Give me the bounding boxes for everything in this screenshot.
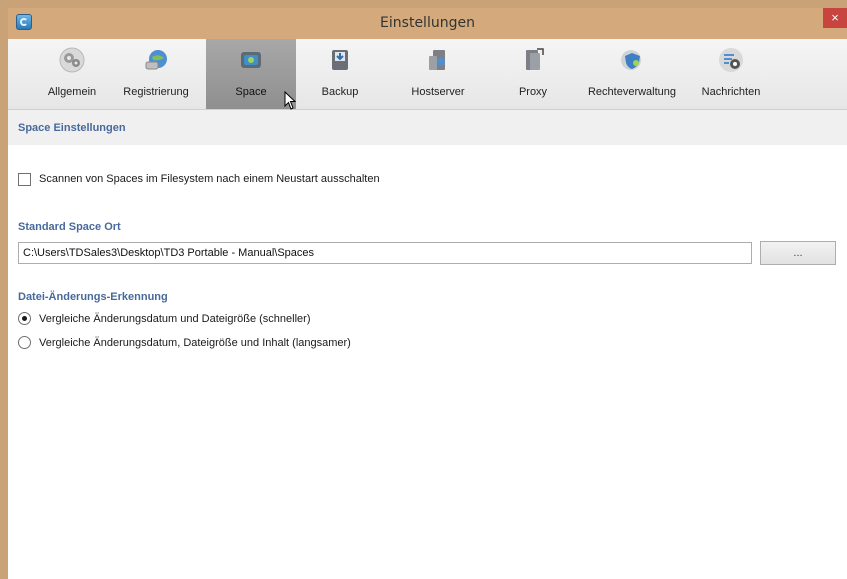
radio-fast-compare[interactable] — [18, 312, 31, 325]
radio-content-compare-label: Vergleiche Änderungsdatum, Dateigröße un… — [39, 337, 351, 349]
change-detection-title: Datei-Änderungs-Erkennung — [18, 291, 168, 303]
settings-toolbar: Allgemein Registrierung Space Backup Hos… — [8, 39, 847, 110]
default-location-title: Standard Space Ort — [18, 221, 121, 233]
tab-backup[interactable]: Backup — [308, 39, 372, 109]
backup-disk-icon — [332, 50, 348, 70]
window-title: Einstellungen — [380, 15, 475, 31]
tab-label: Registrierung — [123, 86, 189, 98]
section-header: Space Einstellungen — [8, 110, 847, 145]
tab-space[interactable]: Space — [206, 39, 296, 109]
section-title: Space Einstellungen — [18, 122, 126, 134]
scan-checkbox[interactable] — [18, 173, 31, 186]
radio-fast-compare-label: Vergleiche Änderungsdatum und Dateigröße… — [39, 313, 311, 325]
space-folder-icon — [241, 52, 261, 68]
client-area: Allgemein Registrierung Space Backup Hos… — [8, 39, 847, 579]
space-path-field[interactable]: C:\Users\TDSales3\Desktop\TD3 Portable -… — [18, 242, 752, 264]
proxy-server-icon — [526, 48, 544, 70]
gears-icon — [59, 47, 85, 73]
browse-button[interactable]: ... — [760, 241, 836, 265]
registration-globe-icon — [145, 50, 167, 70]
rights-shield-icon — [621, 50, 641, 70]
tab-label: Proxy — [518, 86, 548, 98]
tab-label: Space — [235, 86, 267, 98]
close-button[interactable]: × — [823, 8, 847, 28]
title-bar[interactable]: Einstellungen × — [8, 8, 847, 39]
scan-option-label: Scannen von Spaces im Filesystem nach ei… — [39, 173, 380, 185]
tab-nachrichten[interactable]: Nachrichten — [696, 39, 766, 109]
tab-label: Nachrichten — [701, 86, 761, 98]
tab-registrierung[interactable]: Registrierung — [116, 39, 196, 109]
hostserver-icon — [429, 50, 445, 70]
tab-label: Hostserver — [411, 86, 465, 98]
mouse-cursor-icon — [284, 91, 297, 110]
tab-label: Allgemein — [47, 86, 97, 98]
tab-label: Rechteverwaltung — [587, 86, 677, 98]
settings-window: Einstellungen × Allgemein Registrierung — [8, 8, 847, 579]
radio-content-compare[interactable] — [18, 336, 31, 349]
tab-label: Backup — [321, 86, 359, 98]
tab-rechteverwaltung[interactable]: Rechteverwaltung — [576, 39, 688, 109]
messages-icon — [719, 48, 743, 72]
tab-allgemein[interactable]: Allgemein — [40, 39, 104, 109]
tab-proxy[interactable]: Proxy — [508, 39, 558, 109]
tab-hostserver[interactable]: Hostserver — [398, 39, 478, 109]
